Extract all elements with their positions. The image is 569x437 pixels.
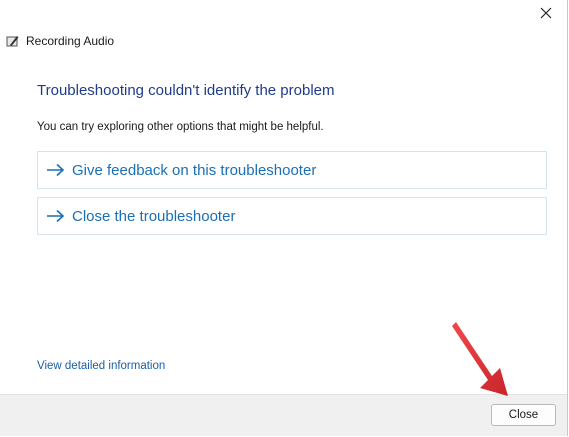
window-header: Recording Audio: [6, 34, 114, 48]
troubleshooter-window: Recording Audio Troubleshooting couldn't…: [0, 0, 568, 436]
close-icon: [540, 7, 552, 19]
close-button[interactable]: Close: [491, 404, 556, 426]
arrow-right-icon: [46, 209, 66, 223]
close-troubleshooter-option[interactable]: Close the troubleshooter: [37, 197, 547, 235]
page-title: Troubleshooting couldn't identify the pr…: [37, 82, 335, 99]
microphone-icon: [6, 34, 20, 48]
arrow-right-icon: [46, 163, 66, 177]
page-subtitle: You can try exploring other options that…: [37, 121, 324, 133]
window-title: Recording Audio: [26, 34, 115, 48]
title-bar: [0, 0, 567, 30]
dialog-footer: [0, 394, 567, 436]
view-detailed-information-link[interactable]: View detailed information: [37, 360, 165, 372]
give-feedback-label: Give feedback on this troubleshooter: [72, 161, 317, 179]
give-feedback-option[interactable]: Give feedback on this troubleshooter: [37, 151, 547, 189]
window-close-button[interactable]: [531, 1, 561, 25]
close-troubleshooter-label: Close the troubleshooter: [72, 207, 236, 225]
pointer-arrow-icon: [452, 322, 508, 396]
